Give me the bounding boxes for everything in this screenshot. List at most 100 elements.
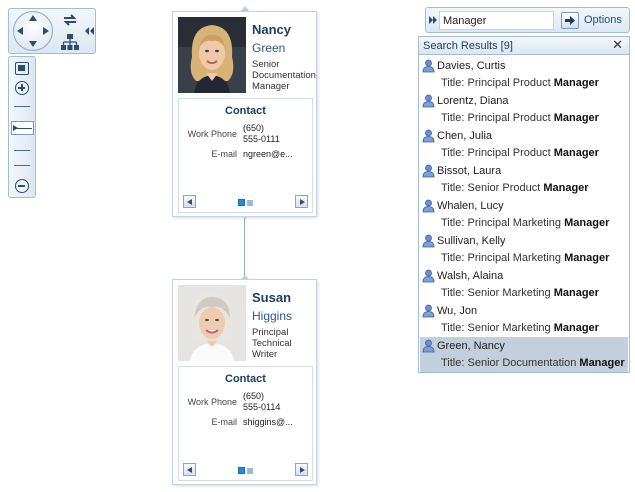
result-title-text: Senior Product (467, 182, 541, 194)
zoom-in-icon[interactable] (15, 81, 29, 95)
collapse-left-icon[interactable] (83, 23, 95, 39)
result-title: Title: Principal Marketing Manager (441, 252, 609, 264)
employee-job-title: Principal Technical Writer (252, 327, 316, 360)
result-title-match: Manager (579, 357, 625, 369)
result-title: Title: Principal Product Manager (441, 112, 599, 124)
zoom-tick (14, 150, 30, 151)
result-title-match: Manager (553, 77, 599, 89)
zoom-out-icon[interactable] (15, 179, 29, 193)
search-results-list: Davies, Curtis Title: Principal Product M… (420, 57, 628, 372)
result-title: Title: Senior Marketing Manager (441, 287, 599, 299)
result-title: Title: Senior Documentation Manager (441, 357, 625, 369)
result-name: Chen, Julia (437, 130, 493, 142)
close-icon[interactable]: ✕ (612, 38, 623, 52)
result-name: Sullivan, Kelly (437, 235, 506, 247)
org-connector-line (244, 216, 245, 280)
email-value[interactable]: shiggins@... (243, 417, 309, 428)
pager-prev-button[interactable] (183, 463, 196, 476)
work-phone-label: Work Phone (187, 397, 237, 407)
result-title-match: Manager (564, 252, 610, 264)
pan-down-icon[interactable] (29, 41, 37, 47)
job-title-line: Writer (252, 349, 278, 360)
search-result-item[interactable]: Lorentz, Diana Title: Principal Product M… (420, 92, 628, 127)
search-result-item[interactable]: Walsh, Alaina Title: Senior Marketing Man… (420, 267, 628, 302)
search-toolbar: Options (425, 7, 630, 33)
pager-dot[interactable] (247, 200, 253, 206)
search-go-button[interactable] (561, 12, 579, 29)
employee-card[interactable]: Susan Higgins Principal Technical Writer… (172, 279, 317, 485)
job-title-line: Documentation (252, 70, 316, 81)
employee-card[interactable]: Nancy Green Senior Documentation Manager… (172, 11, 317, 217)
phone-line: (650) (243, 391, 265, 401)
pan-left-icon[interactable] (17, 27, 23, 35)
email-value[interactable]: ngreen@e... (243, 149, 309, 160)
result-title-prefix: Title: (441, 217, 465, 229)
zoom-tick (14, 106, 30, 107)
job-title-line: Manager (252, 81, 290, 92)
employee-photo (178, 285, 246, 361)
result-title-prefix: Title: (441, 77, 465, 89)
result-title-prefix: Title: (441, 287, 465, 299)
employee-last-name: Green (252, 41, 286, 55)
expand-right-icon[interactable] (428, 14, 438, 26)
pager-next-button[interactable] (295, 463, 308, 476)
pager-next-button[interactable] (295, 195, 308, 208)
result-title-match: Manager (543, 182, 589, 194)
search-input[interactable] (439, 11, 554, 30)
result-title-match: Manager (553, 147, 599, 159)
person-icon (422, 199, 435, 213)
options-link[interactable]: Options (584, 14, 622, 26)
pan-right-icon[interactable] (43, 27, 49, 35)
person-icon (422, 234, 435, 248)
contact-panel: Contact Work Phone (650) 555-0111 E-mail… (178, 98, 313, 213)
search-result-item[interactable]: Whalen, Lucy Title: Principal Marketing M… (420, 197, 628, 232)
person-icon (422, 339, 435, 353)
employee-photo (178, 17, 246, 93)
phone-line: 555-0111 (243, 134, 280, 144)
search-result-item[interactable]: Wu, Jon Title: Senior Marketing Manager (420, 302, 628, 337)
pan-control[interactable] (13, 11, 53, 51)
arrow-right-icon (565, 16, 575, 25)
employee-job-title: Senior Documentation Manager (252, 59, 316, 92)
job-title-line: Senior (252, 59, 280, 70)
email-label: E-mail (211, 149, 237, 159)
person-icon (422, 304, 435, 318)
pager-dot[interactable] (247, 468, 253, 474)
result-title-text: Principal Marketing (467, 217, 562, 229)
pager-dot-active[interactable] (238, 467, 245, 474)
zoom-slider-thumb[interactable] (11, 121, 34, 135)
result-title-prefix: Title: (441, 147, 465, 159)
search-result-item[interactable]: Chen, Julia Title: Principal Product Mana… (420, 127, 628, 162)
phone-line: (650) (243, 123, 265, 133)
result-name: Davies, Curtis (437, 60, 506, 72)
result-title: Title: Senior Product Manager (441, 182, 589, 194)
pan-up-icon[interactable] (29, 15, 37, 21)
rotate-layout-icon[interactable] (61, 12, 79, 28)
zoom-tick (14, 165, 30, 166)
contact-panel: Contact Work Phone (650) 555-0114 E-mail… (178, 366, 313, 481)
search-result-item[interactable]: Bissot, Laura Title: Senior Product Manag… (420, 162, 628, 197)
job-title-line: Technical (252, 338, 292, 349)
result-name: Walsh, Alaina (437, 270, 504, 282)
result-title-text: Principal Product (467, 112, 551, 124)
employee-first-name: Susan (252, 290, 292, 305)
result-title-text: Principal Marketing (467, 252, 562, 264)
result-title-text: Principal Product (467, 147, 551, 159)
contact-heading: Contact (225, 373, 266, 385)
result-title: Title: Principal Product Manager (441, 77, 599, 89)
zoom-fit-icon[interactable] (15, 62, 29, 75)
search-result-item[interactable]: Green, Nancy Title: Senior Documentation … (420, 337, 628, 372)
result-title-match: Manager (564, 217, 610, 229)
hierarchy-icon[interactable] (61, 33, 79, 51)
pager-prev-button[interactable] (183, 195, 196, 208)
result-title-text: Senior Documentation (467, 357, 577, 369)
person-icon (422, 164, 435, 178)
job-title-line: Principal (252, 327, 289, 338)
person-icon (422, 269, 435, 283)
search-result-item[interactable]: Sullivan, Kelly Title: Principal Marketin… (420, 232, 628, 267)
result-title: Title: Principal Product Manager (441, 147, 599, 159)
result-title-text: Senior Marketing (467, 287, 551, 299)
pager-dot-active[interactable] (238, 199, 245, 206)
search-results-panel: Search Results [9] ✕ Davies, Curtis Title… (418, 36, 630, 373)
search-result-item[interactable]: Davies, Curtis Title: Principal Product M… (420, 57, 628, 92)
